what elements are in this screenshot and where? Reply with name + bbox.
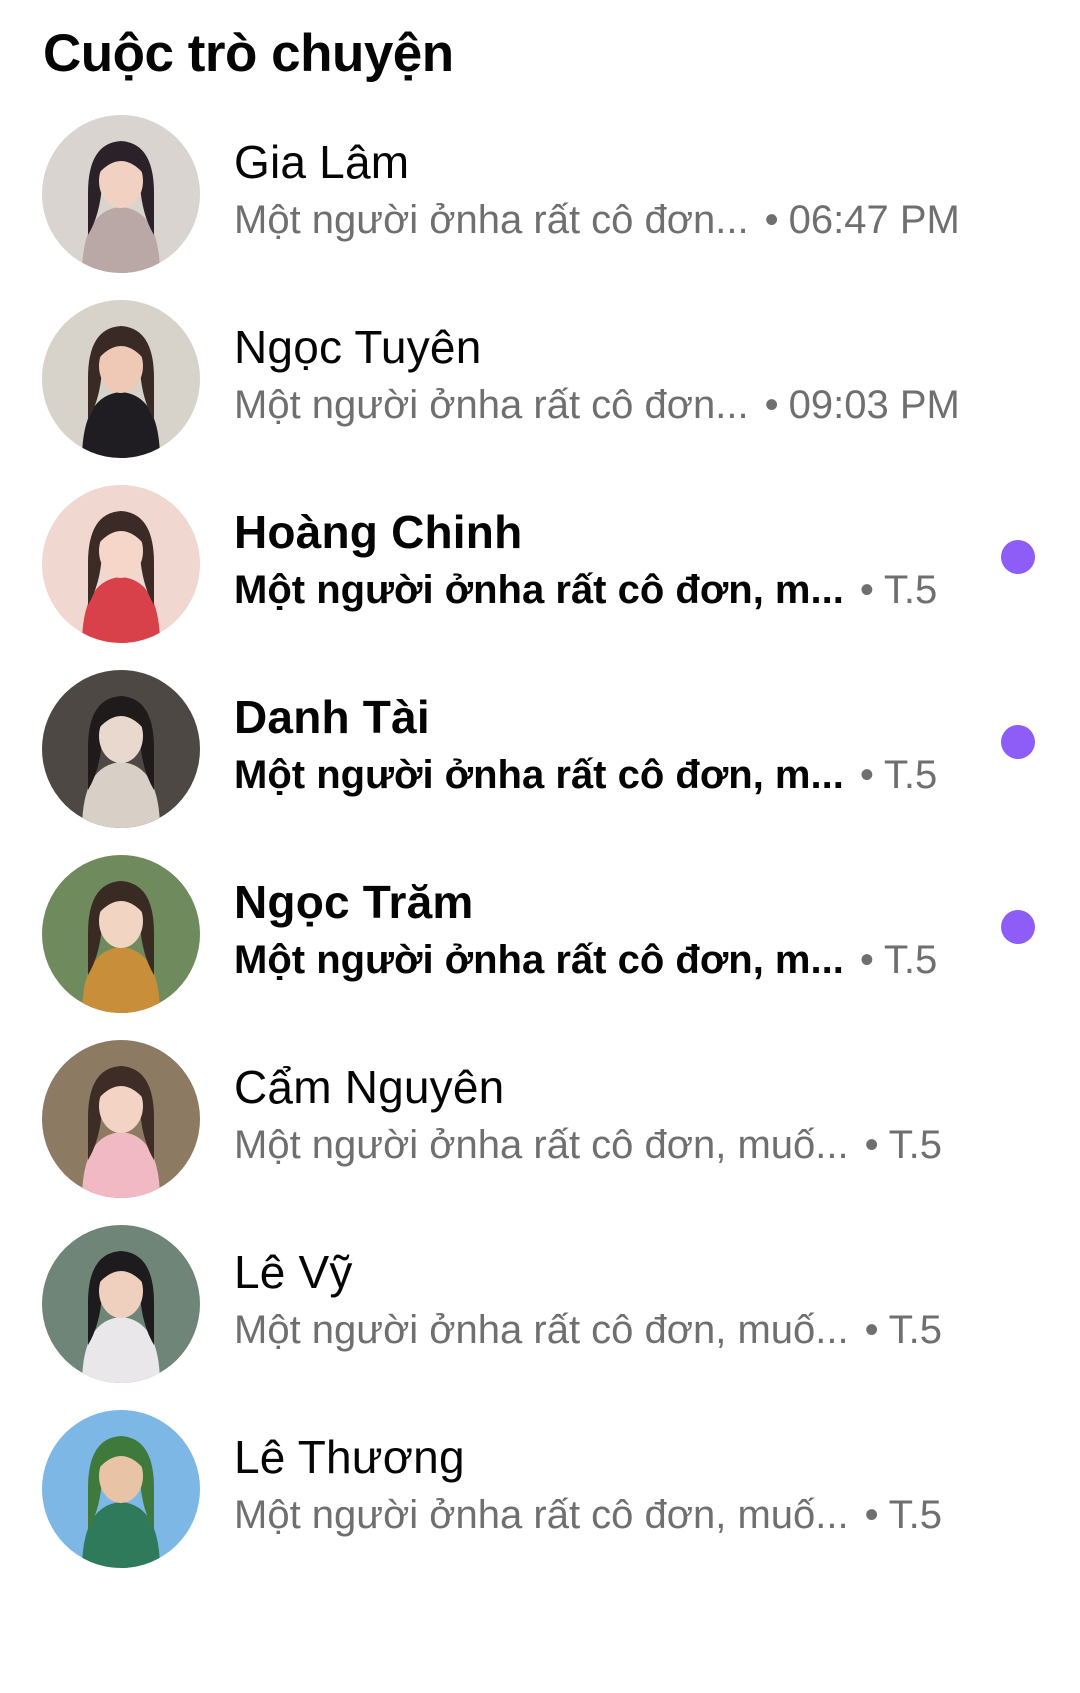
unread-dot-icon — [1001, 725, 1035, 759]
contact-name: Lê Thương — [234, 1431, 465, 1483]
message-time: T.5 — [888, 1493, 943, 1537]
message-time: 09:03 PM — [788, 383, 960, 427]
avatar[interactable] — [42, 855, 200, 1013]
unread-dot-icon — [1001, 540, 1035, 574]
conversation-item[interactable]: Ngọc Trăm Một người ởnha rất cô đơn, m...… — [0, 855, 1080, 1055]
conversation-item[interactable]: Danh Tài Một người ởnha rất cô đơn, m... •… — [0, 670, 1080, 870]
separator-dot: • — [859, 938, 874, 982]
message-preview: Một người ởnha rất cô đơn, muố... — [234, 1493, 849, 1537]
contact-name: Ngọc Tuyên — [234, 321, 482, 373]
message-meta: Một người ởnha rất cô đơn... • 09:03 PM — [234, 380, 960, 430]
conversation-item[interactable]: Cẩm Nguyên Một người ởnha rất cô đơn, muố… — [0, 1040, 1080, 1240]
separator-dot: • — [864, 1308, 879, 1352]
avatar[interactable] — [42, 485, 200, 643]
conversation-item[interactable]: Lê Thương Một người ởnha rất cô đơn, muố.… — [0, 1410, 1080, 1610]
message-preview: Một người ởnha rất cô đơn... — [234, 198, 749, 242]
avatar[interactable] — [42, 1410, 200, 1568]
message-time: 06:47 PM — [788, 198, 960, 242]
message-meta: Một người ởnha rất cô đơn... • 06:47 PM — [234, 195, 960, 245]
message-preview: Một người ởnha rất cô đơn, m... — [234, 568, 844, 612]
message-preview: Một người ởnha rất cô đơn, m... — [234, 938, 844, 982]
contact-name: Hoàng Chinh — [234, 506, 523, 558]
separator-dot: • — [864, 1493, 879, 1537]
message-meta: Một người ởnha rất cô đơn, muố... • T.5 — [234, 1490, 942, 1540]
separator-dot: • — [764, 198, 779, 242]
avatar[interactable] — [42, 670, 200, 828]
message-preview: Một người ởnha rất cô đơn, muố... — [234, 1123, 849, 1167]
message-meta: Một người ởnha rất cô đơn, muố... • T.5 — [234, 1120, 942, 1170]
message-time: T.5 — [888, 1123, 943, 1167]
contact-name: Danh Tài — [234, 691, 430, 743]
message-meta: Một người ởnha rất cô đơn, m... • T.5 — [234, 565, 937, 615]
contact-name: Cẩm Nguyên — [234, 1061, 505, 1113]
contact-name: Ngọc Trăm — [234, 876, 474, 928]
separator-dot: • — [859, 568, 874, 612]
separator-dot: • — [764, 383, 779, 427]
separator-dot: • — [864, 1123, 879, 1167]
message-preview: Một người ởnha rất cô đơn, m... — [234, 753, 844, 797]
message-time: T.5 — [883, 568, 938, 612]
contact-name: Lê Vỹ — [234, 1246, 353, 1298]
message-meta: Một người ởnha rất cô đơn, m... • T.5 — [234, 750, 937, 800]
conversation-item[interactable]: Lê Vỹ Một người ởnha rất cô đơn, muố... • T… — [0, 1225, 1080, 1425]
unread-dot-icon — [1001, 910, 1035, 944]
message-preview: Một người ởnha rất cô đơn, muố... — [234, 1308, 849, 1352]
page-title: Cuộc trò chuyện — [43, 24, 454, 83]
avatar[interactable] — [42, 1040, 200, 1198]
message-meta: Một người ởnha rất cô đơn, m... • T.5 — [234, 935, 937, 985]
separator-dot: • — [859, 753, 874, 797]
conversation-item[interactable]: Gia Lâm Một người ởnha rất cô đơn... • 06:4… — [0, 115, 1080, 315]
message-time: T.5 — [888, 1308, 943, 1352]
conversation-item[interactable]: Hoàng Chinh Một người ởnha rất cô đơn, m.… — [0, 485, 1080, 685]
message-meta: Một người ởnha rất cô đơn, muố... • T.5 — [234, 1305, 942, 1355]
avatar[interactable] — [42, 1225, 200, 1383]
avatar[interactable] — [42, 300, 200, 458]
message-preview: Một người ởnha rất cô đơn... — [234, 383, 749, 427]
message-time: T.5 — [883, 753, 938, 797]
conversation-item[interactable]: Ngọc Tuyên Một người ởnha rất cô đơn... • 0… — [0, 300, 1080, 500]
avatar[interactable] — [42, 115, 200, 273]
contact-name: Gia Lâm — [234, 136, 410, 188]
message-time: T.5 — [883, 938, 938, 982]
